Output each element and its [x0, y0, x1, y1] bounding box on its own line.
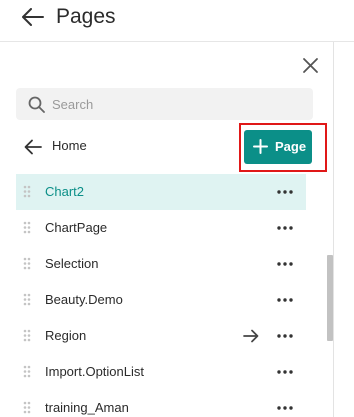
header: Pages [0, 0, 354, 42]
more-options-icon[interactable] [277, 298, 293, 302]
page-name: ChartPage [45, 220, 108, 235]
drag-handle-icon[interactable] [23, 221, 31, 234]
more-options-icon[interactable] [277, 406, 293, 410]
search-box [16, 88, 313, 120]
plus-icon [253, 139, 268, 154]
drag-handle-icon[interactable] [23, 401, 31, 414]
page-list-item[interactable]: Chart2 [16, 174, 306, 210]
nav-back-arrow-icon[interactable] [24, 139, 42, 155]
more-options-icon[interactable] [277, 226, 293, 230]
drag-handle-icon[interactable] [23, 365, 31, 378]
page-name: Import.OptionList [45, 364, 144, 379]
page-name: Selection [45, 256, 99, 271]
scrollbar[interactable] [326, 42, 334, 417]
page-title: Pages [56, 5, 116, 28]
back-arrow-icon[interactable] [22, 8, 44, 26]
drag-handle-icon[interactable] [23, 185, 31, 198]
page-name: Region [45, 328, 87, 343]
more-options-icon[interactable] [277, 334, 293, 338]
scrollbar-thumb[interactable] [327, 255, 333, 341]
page-list-item[interactable]: training_Aman [16, 390, 306, 417]
more-options-icon[interactable] [277, 262, 293, 266]
page-list-item[interactable]: Selection [16, 246, 306, 282]
close-icon[interactable] [302, 57, 319, 74]
drag-handle-icon[interactable] [23, 257, 31, 270]
add-page-label: Page [275, 139, 307, 154]
more-options-icon[interactable] [277, 190, 293, 194]
more-options-icon[interactable] [277, 370, 293, 374]
page-name: Chart2 [45, 184, 85, 199]
page-name: training_Aman [45, 400, 129, 415]
add-page-button[interactable]: Page [244, 130, 312, 164]
page-list: Chart2 ChartPage Selection Beauty.Demo Regio… [16, 174, 306, 417]
page-list-item[interactable]: Beauty.Demo [16, 282, 306, 318]
drag-handle-icon[interactable] [23, 293, 31, 306]
breadcrumb-home: Home [52, 138, 87, 153]
search-icon [28, 96, 45, 113]
page-list-item[interactable]: ChartPage [16, 210, 306, 246]
search-input[interactable] [52, 88, 302, 120]
page-list-item[interactable]: Region [16, 318, 306, 354]
page-name: Beauty.Demo [45, 292, 123, 307]
drag-handle-icon[interactable] [23, 329, 31, 342]
page-list-item[interactable]: Import.OptionList [16, 354, 306, 390]
arrow-right-icon[interactable] [243, 329, 259, 343]
